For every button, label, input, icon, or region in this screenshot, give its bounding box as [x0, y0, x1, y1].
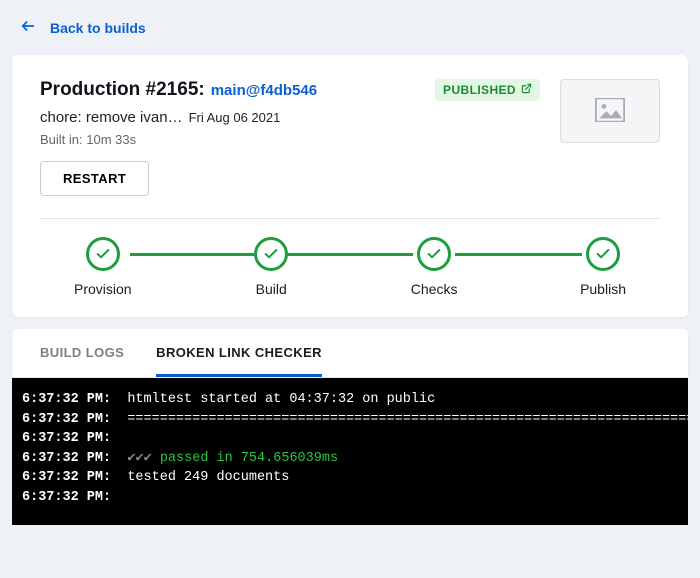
logs-card: BUILD LOGS BROKEN LINK CHECKER — [12, 329, 688, 378]
log-pass: passed in 754.656039ms — [152, 451, 338, 466]
stage-connector — [286, 253, 413, 256]
check-circle-icon — [86, 237, 120, 271]
log-timestamp: 6:37:32 PM: — [22, 451, 111, 466]
stage-connector — [455, 253, 582, 256]
check-circle-icon — [254, 237, 288, 271]
check-circle-icon — [417, 237, 451, 271]
stage-label: Provision — [74, 281, 132, 297]
stage-label: Publish — [580, 281, 626, 297]
log-text: ========================================… — [127, 412, 688, 427]
arrow-left-icon — [20, 18, 36, 37]
preview-thumbnail[interactable] — [560, 79, 660, 143]
stage-publish: Publish — [580, 237, 626, 297]
commit-message: chore: remove ivan… — [40, 109, 183, 126]
status-label: PUBLISHED — [443, 83, 516, 97]
divider — [40, 218, 660, 219]
log-text: tested 249 documents — [127, 470, 289, 485]
image-placeholder-icon — [595, 98, 625, 125]
tabs: BUILD LOGS BROKEN LINK CHECKER — [12, 329, 688, 378]
checkmarks-icon: ✔✔✔ — [127, 451, 151, 466]
build-stages: Provision Build Checks Publish — [40, 237, 660, 297]
status-badge: PUBLISHED — [435, 79, 540, 101]
stage-label: Build — [256, 281, 287, 297]
build-title: Production #2165: — [40, 79, 205, 101]
check-circle-icon — [586, 237, 620, 271]
tab-broken-link-checker[interactable]: BROKEN LINK CHECKER — [156, 329, 322, 377]
log-timestamp: 6:37:32 PM: — [22, 431, 111, 446]
log-timestamp: 6:37:32 PM: — [22, 470, 111, 485]
stage-provision: Provision — [74, 237, 132, 297]
tab-build-logs[interactable]: BUILD LOGS — [40, 329, 124, 377]
log-timestamp: 6:37:32 PM: — [22, 412, 111, 427]
back-label: Back to builds — [50, 20, 146, 36]
log-text: htmltest started at 04:37:32 on public — [127, 392, 435, 407]
build-date: Fri Aug 06 2021 — [189, 110, 281, 125]
built-in-label: Built in: 10m 33s — [40, 132, 317, 147]
stage-build: Build — [254, 237, 288, 297]
stage-connector — [130, 253, 257, 256]
log-timestamp: 6:37:32 PM: — [22, 392, 111, 407]
stage-checks: Checks — [411, 237, 458, 297]
stage-label: Checks — [411, 281, 458, 297]
branch-commit-link[interactable]: main@f4db546 — [211, 82, 317, 99]
log-timestamp: 6:37:32 PM: — [22, 490, 111, 505]
restart-button[interactable]: RESTART — [40, 161, 149, 196]
build-summary-card: Production #2165: main@f4db546 chore: re… — [12, 55, 688, 317]
back-to-builds-link[interactable]: Back to builds — [0, 0, 700, 55]
external-link-icon — [521, 83, 532, 97]
terminal-output: 6:37:32 PM: htmltest started at 04:37:32… — [12, 378, 688, 525]
